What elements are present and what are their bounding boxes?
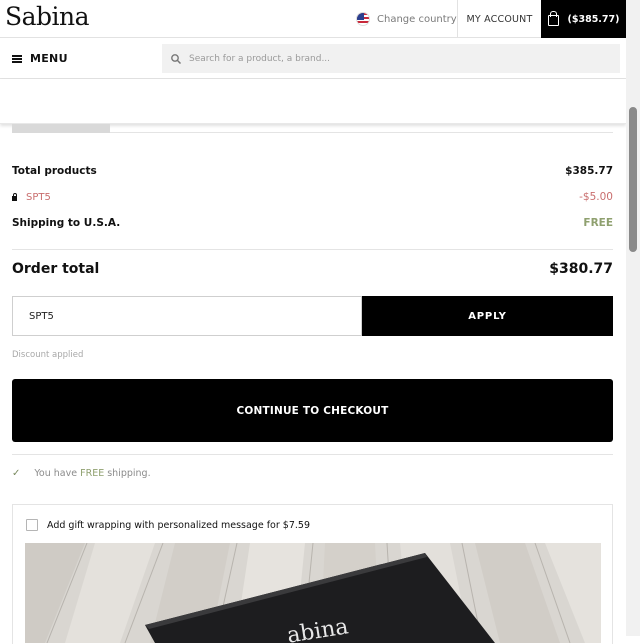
order-total-value: $380.77: [549, 261, 613, 277]
gift-box-image: abina: [25, 543, 601, 643]
my-account-link[interactable]: MY ACCOUNT: [457, 0, 541, 38]
menu-button[interactable]: MENU: [12, 52, 68, 65]
gift-wrapping-checkbox[interactable]: [26, 519, 38, 531]
free-shipping-text: You have FREE shipping.: [34, 468, 150, 479]
discount-label: SPT5: [12, 192, 51, 203]
total-products-label: Total products: [12, 165, 97, 177]
coupon-input[interactable]: [12, 296, 362, 336]
gift-wrapping-panel: Add gift wrapping with personalized mess…: [12, 504, 613, 644]
change-country-link[interactable]: Change country: [356, 12, 457, 26]
order-total-label: Order total: [12, 261, 100, 277]
search-icon: [171, 53, 182, 64]
shipping-value: FREE: [583, 217, 613, 229]
hamburger-icon: [12, 54, 22, 63]
search-bar[interactable]: [162, 44, 620, 73]
divider: [12, 249, 613, 250]
change-country-label: Change country: [377, 13, 457, 25]
free-shipping-prefix: You have: [34, 468, 81, 479]
total-products-row: Total products $385.77: [12, 165, 613, 177]
scrollbar-thumb[interactable]: [629, 107, 637, 252]
total-products-value: $385.77: [565, 165, 613, 177]
discount-value: -$5.00: [579, 191, 613, 203]
discount-status: Discount applied: [12, 350, 84, 360]
cart-items-panel: [0, 79, 626, 124]
top-header: Sabina Change country MY ACCOUNT ($385.7…: [0, 0, 626, 38]
order-total-row: Order total $380.77: [12, 261, 613, 277]
logo[interactable]: Sabina: [5, 2, 90, 31]
check-icon: ✓: [12, 468, 21, 479]
shopping-bag-icon: [547, 11, 559, 26]
nav-bar: MENU: [0, 39, 626, 79]
menu-label: MENU: [30, 52, 68, 65]
divider: [110, 132, 613, 133]
page-scrollbar[interactable]: [626, 0, 640, 636]
cart-button[interactable]: ($385.77): [541, 0, 626, 38]
discount-code: SPT5: [26, 191, 51, 203]
apply-button[interactable]: APPLY: [362, 296, 613, 336]
free-shipping-note: ✓ You have FREE shipping.: [12, 468, 151, 479]
lock-icon: [12, 192, 17, 201]
free-shipping-suffix: shipping.: [104, 468, 151, 479]
gift-wrapping-label: Add gift wrapping with personalized mess…: [47, 519, 310, 531]
us-flag-icon: [356, 12, 370, 26]
divider: [12, 454, 613, 455]
shipping-row: Shipping to U.S.A. FREE: [12, 217, 613, 229]
shipping-label: Shipping to U.S.A.: [12, 217, 121, 229]
coupon-form: APPLY: [12, 296, 613, 336]
gift-wrapping-option[interactable]: Add gift wrapping with personalized mess…: [26, 519, 310, 531]
product-thumbnail-edge: [12, 124, 110, 133]
free-shipping-highlight: FREE: [80, 468, 105, 479]
cart-total: ($385.77): [567, 13, 620, 25]
search-input[interactable]: [189, 53, 589, 64]
continue-to-checkout-button[interactable]: CONTINUE TO CHECKOUT: [12, 379, 613, 442]
discount-row: SPT5 -$5.00: [12, 191, 613, 203]
